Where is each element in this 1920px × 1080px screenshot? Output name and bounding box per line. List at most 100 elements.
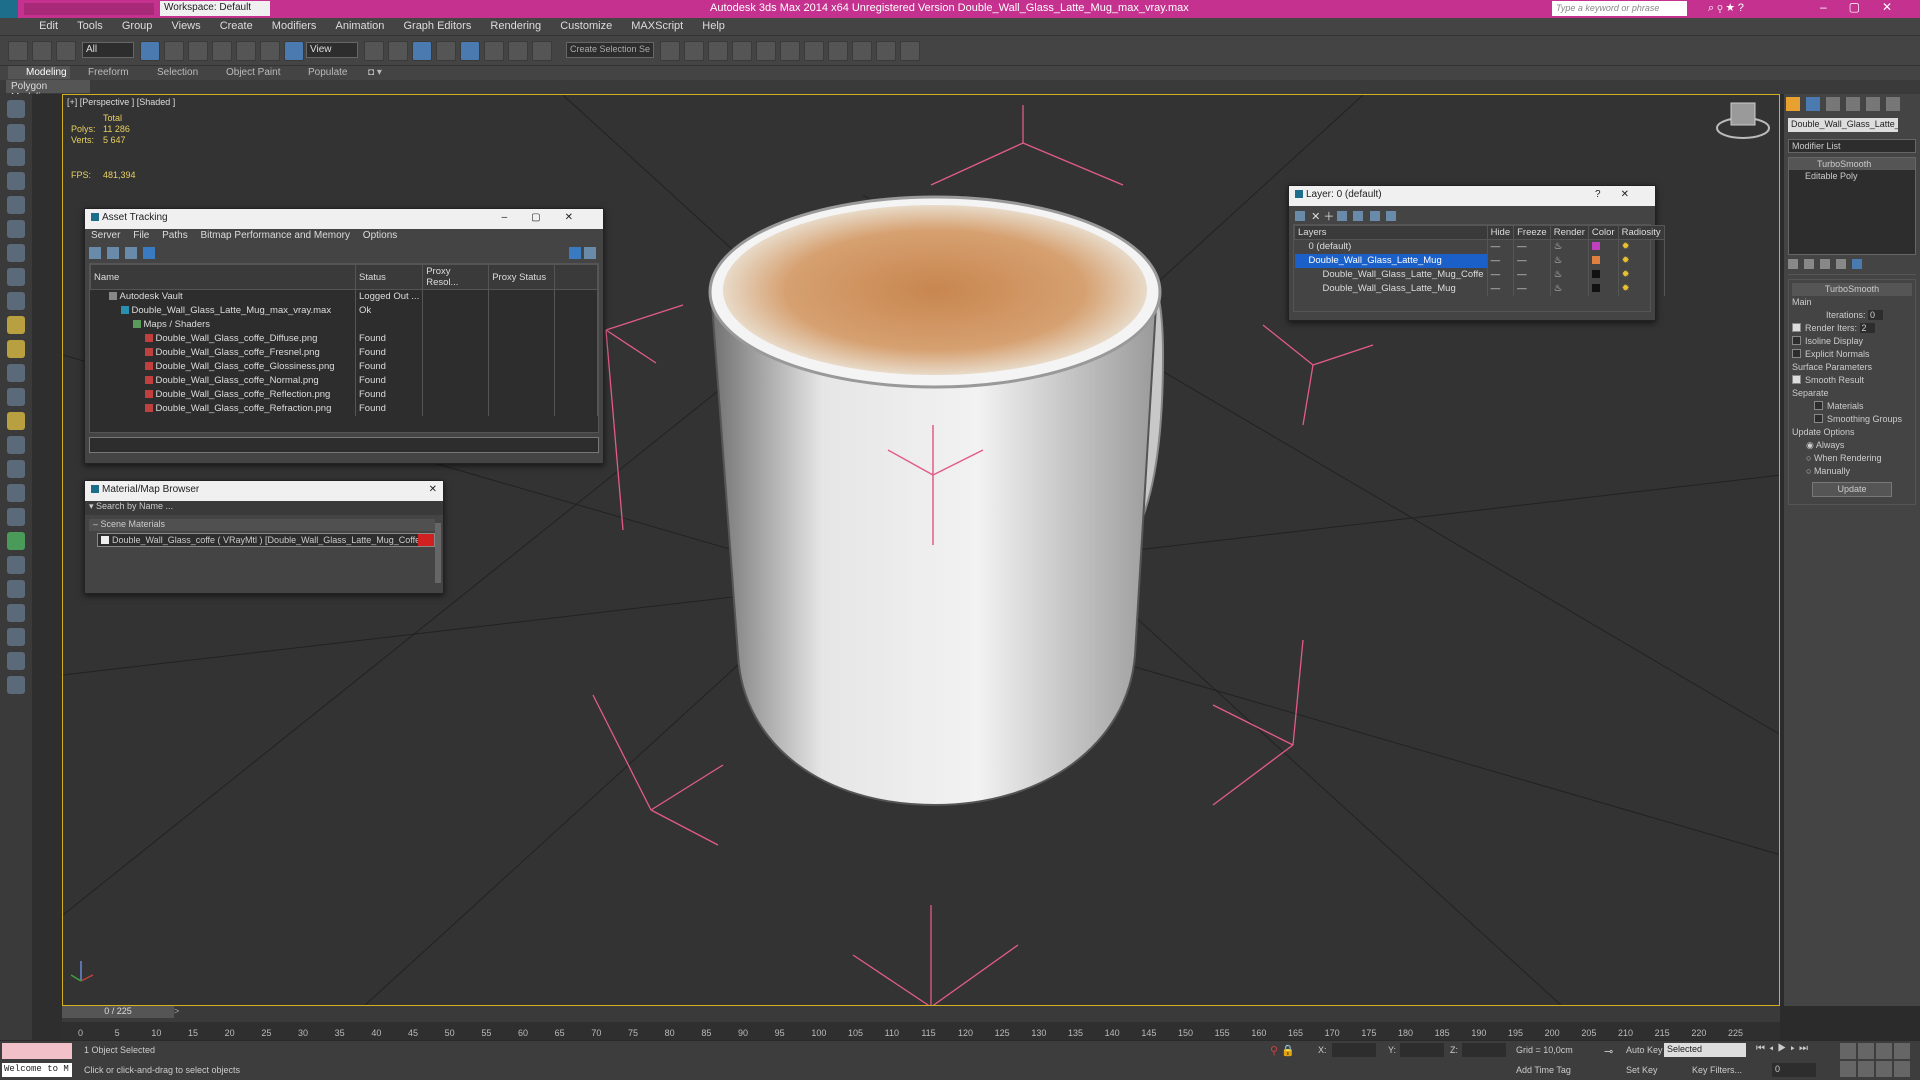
at-menu-paths[interactable]: Paths xyxy=(162,230,188,241)
move-icon[interactable] xyxy=(236,41,256,61)
stack-item-turbosmooth[interactable]: TurboSmooth xyxy=(1789,158,1915,170)
asset-tracking-titlebar[interactable]: Asset Tracking –▢✕ xyxy=(85,209,603,229)
render-production-icon[interactable] xyxy=(876,41,896,61)
col-status[interactable]: Status xyxy=(354,264,424,290)
hide-cell[interactable]: — xyxy=(1487,253,1515,268)
scene-materials-section[interactable]: – Scene Materials xyxy=(89,519,435,531)
material-list-item[interactable]: Double_Wall_Glass_coffe ( VRayMtl ) [Dou… xyxy=(97,533,435,547)
render-teapot-icon[interactable]: ♨ xyxy=(1550,253,1589,268)
door-tool-icon[interactable] xyxy=(7,388,25,406)
field-of-view-icon[interactable] xyxy=(1840,1061,1856,1077)
table-row[interactable]: Double_Wall_Glass_Latte_Mug — — ♨ ✹ xyxy=(1294,281,1665,296)
display-tab-icon[interactable] xyxy=(1866,97,1881,111)
current-frame-field[interactable]: 0 xyxy=(1772,1063,1816,1077)
camera-tool-icon[interactable] xyxy=(7,220,25,238)
table-row[interactable]: 0 (default) — — ♨ ✹ xyxy=(1294,239,1665,254)
particle-tool-icon[interactable] xyxy=(7,340,25,358)
hide-cell[interactable]: — xyxy=(1487,239,1515,254)
at-menu-options[interactable]: Options xyxy=(363,230,397,241)
pin-stack-icon[interactable] xyxy=(1788,259,1798,269)
material-search-input[interactable]: ▾ Search by Name ... xyxy=(85,501,443,515)
ribbon-polygon-modeling[interactable]: Polygon Modeling xyxy=(6,80,90,103)
z-coordinate-field[interactable] xyxy=(1462,1043,1506,1057)
select-manipulate-icon[interactable] xyxy=(388,41,408,61)
add-layer-icon[interactable]: ＋ xyxy=(1323,211,1334,223)
asset-tracking-window-controls[interactable]: –▢✕ xyxy=(502,212,597,223)
tree-view-icon[interactable] xyxy=(143,247,156,259)
close-icon[interactable]: ✕ xyxy=(429,484,437,495)
brush-tool-icon[interactable] xyxy=(7,460,25,478)
at-menu-server[interactable]: Server xyxy=(91,230,120,241)
schematic-view-icon[interactable] xyxy=(780,41,800,61)
table-row[interactable]: Autodesk Vault Logged Out ... xyxy=(90,289,598,304)
keyboard-shortcut-icon[interactable] xyxy=(412,41,432,61)
layer-color-swatch[interactable] xyxy=(1591,270,1600,278)
explicit-normals-checkbox[interactable] xyxy=(1792,349,1801,358)
layer-color-swatch[interactable] xyxy=(1591,242,1600,251)
layer-settings-icon[interactable] xyxy=(1295,211,1305,221)
menu-create[interactable]: Create xyxy=(212,18,261,34)
pivot-icon[interactable] xyxy=(364,41,384,61)
materials-checkbox[interactable] xyxy=(1814,401,1823,410)
zoom-extents-icon[interactable] xyxy=(1876,1043,1892,1059)
menu-customize[interactable]: Customize xyxy=(552,18,620,34)
table-row[interactable]: Double_Wall_Glass_coffe_Reflection.png Fo… xyxy=(90,387,598,402)
maxscript-listener[interactable] xyxy=(2,1043,72,1059)
zoom-extents-all-icon[interactable] xyxy=(1894,1043,1910,1059)
window-crossing-icon[interactable] xyxy=(212,41,232,61)
foliage-tool-icon[interactable] xyxy=(7,532,25,550)
radiosity-icon[interactable]: ✹ xyxy=(1618,281,1665,296)
table-row[interactable]: Double_Wall_Glass_coffe_Glossiness.png Fo… xyxy=(90,359,598,374)
y-coordinate-field[interactable] xyxy=(1400,1043,1444,1057)
time-slider-next-icon[interactable]: > xyxy=(174,1006,179,1016)
help-tool-icon[interactable] xyxy=(7,676,25,694)
select-by-name-icon[interactable] xyxy=(164,41,184,61)
table-row[interactable]: Double_Wall_Glass_coffe_Normal.png Found xyxy=(90,373,598,388)
rotate-icon[interactable] xyxy=(260,41,280,61)
freeze-cell[interactable]: — xyxy=(1513,253,1551,268)
material-editor-icon[interactable] xyxy=(804,41,824,61)
configure-sets-icon[interactable] xyxy=(1852,259,1863,269)
col-name[interactable]: Name xyxy=(90,264,356,290)
freeze-cell[interactable]: — xyxy=(1513,239,1551,254)
unlink-icon[interactable] xyxy=(32,41,52,61)
layer-color-swatch[interactable] xyxy=(1591,256,1600,264)
teapot-tool-icon[interactable] xyxy=(7,580,25,598)
scale-icon[interactable] xyxy=(284,41,304,61)
menu-edit[interactable]: Edit xyxy=(31,18,66,34)
asset-path-field[interactable] xyxy=(89,437,599,453)
measure-tool-icon[interactable] xyxy=(7,628,25,646)
update-button[interactable]: Update xyxy=(1812,482,1892,497)
create-tab-icon[interactable] xyxy=(1786,97,1800,111)
when-rendering-radio-icon[interactable]: ○ xyxy=(1806,453,1814,463)
radiosity-icon[interactable]: ✹ xyxy=(1618,253,1665,268)
object-name-field[interactable]: Double_Wall_Glass_Latte_Mu xyxy=(1788,118,1898,132)
x-coordinate-field[interactable] xyxy=(1332,1043,1376,1057)
track-bar[interactable]: 0 5 10 15 20 25 30 35 40 45 50 55 60 65 70 75 80 85 90 95 10… xyxy=(62,1022,1780,1040)
render-iters-checkbox[interactable] xyxy=(1792,323,1801,332)
ribbon-tab-selection[interactable]: Selection xyxy=(157,67,198,78)
table-row[interactable]: Double_Wall_Glass_Latte_Mug_Coffe — — ♨ ✹ xyxy=(1294,267,1665,282)
rollout-header[interactable]: TurboSmooth xyxy=(1792,283,1912,296)
motion-tab-icon[interactable] xyxy=(1846,97,1861,111)
create-geometry-icon[interactable] xyxy=(7,100,25,118)
table-row[interactable]: Double_Wall_Glass_coffe_Refraction.png Fo… xyxy=(90,401,598,416)
compound-tool-icon[interactable] xyxy=(7,364,25,382)
layer-col-freeze[interactable]: Freeze xyxy=(1513,225,1551,240)
settings-icon[interactable] xyxy=(584,247,596,259)
freeze-all-icon[interactable] xyxy=(1385,211,1396,221)
freeze-cell[interactable]: — xyxy=(1513,267,1551,282)
time-slider[interactable]: 0 / 225 xyxy=(62,1006,174,1018)
maxscript-input[interactable]: Welcome to M xyxy=(2,1063,72,1077)
key-filters-button[interactable]: Key Filters... xyxy=(1692,1065,1742,1075)
table-row[interactable]: Double_Wall_Glass_Latte_Mug — — ♨ ✹ xyxy=(1294,253,1665,268)
app-logo-icon[interactable] xyxy=(0,0,18,18)
refresh-icon[interactable] xyxy=(89,247,101,259)
table-row[interactable]: Double_Wall_Glass_Latte_Mug_max_vray.max… xyxy=(90,303,598,318)
snaps-toggle-icon[interactable] xyxy=(436,41,456,61)
hierarchy-tab-icon[interactable] xyxy=(1826,97,1841,111)
render-iterative-icon[interactable] xyxy=(900,41,920,61)
freeze-cell[interactable]: — xyxy=(1513,281,1551,296)
make-unique-icon[interactable] xyxy=(1820,259,1831,269)
menu-animation[interactable]: Animation xyxy=(327,18,392,34)
